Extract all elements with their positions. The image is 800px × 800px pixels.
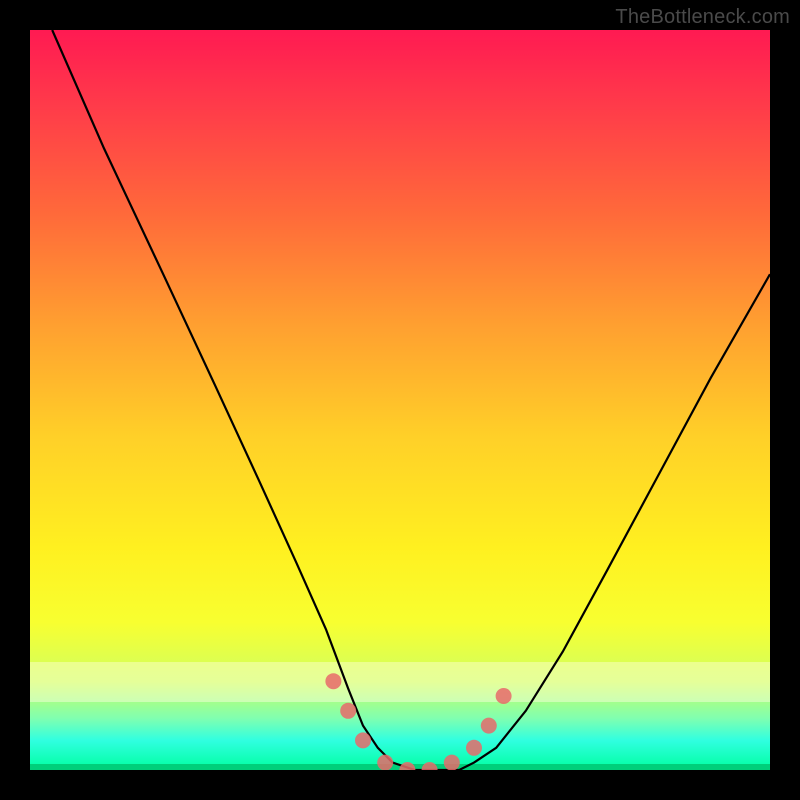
- marker-dot: [325, 673, 341, 689]
- bottleneck-curve: [30, 30, 770, 770]
- marker-dot: [355, 732, 371, 748]
- marker-dot: [496, 688, 512, 704]
- min-zone-markers: [325, 673, 511, 770]
- highlight-band: [30, 662, 770, 702]
- baseline-band: [30, 764, 770, 770]
- marker-dot: [466, 740, 482, 756]
- watermark-text: TheBottleneck.com: [615, 6, 790, 29]
- chart-plot-area: [30, 30, 770, 770]
- chart-frame: TheBottleneck.com: [0, 0, 800, 800]
- marker-dot: [340, 703, 356, 719]
- marker-dot: [481, 718, 497, 734]
- curve-path: [52, 30, 770, 770]
